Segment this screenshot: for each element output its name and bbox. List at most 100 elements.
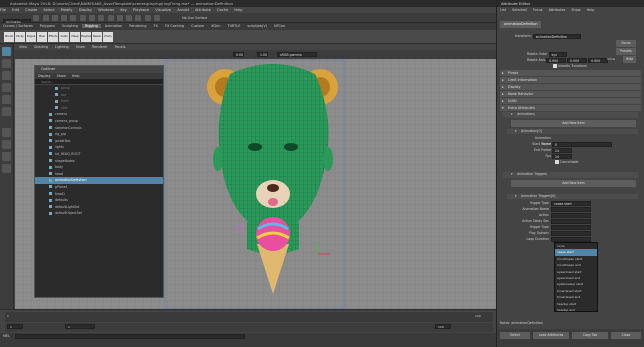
outliner-item[interactable]: lights [35,144,163,151]
time-slider[interactable]: 1 120 [5,312,493,322]
hide-button[interactable]: Hide [623,56,636,63]
shelf-tab-rendering[interactable]: Rendering [126,24,149,28]
outliner-item[interactable]: head1 [35,191,163,198]
trigger-type-dropdown[interactable]: none cease start mouthopen start mouthopen … [554,242,598,312]
section-animation-trigger-0[interactable]: Animation Triggers[0] [507,193,638,199]
section-animation-0[interactable]: Animation[0] [507,128,638,134]
shelf-button-paypal[interactable]: Paypal [26,32,36,42]
rotate-axis-z[interactable]: 0.000 [588,57,609,63]
move-tool-icon[interactable] [2,83,11,92]
menu-help[interactable]: Help [234,8,242,12]
outliner-item[interactable]: hd_HEAD_ROOT [35,151,163,158]
gamma-value-field[interactable]: 1.00 [257,52,269,57]
viewport-menu-lighting[interactable]: Lighting [55,45,69,49]
menu-visualize[interactable]: Visualize [155,8,171,12]
copy-tab-button[interactable]: Copy Tab [572,332,608,339]
ae-menu-selected[interactable]: Selected [512,8,527,12]
section-limit-information[interactable]: Limit Information [500,77,641,83]
tab-animation-definition[interactable]: animationDefinition [500,21,542,28]
shelf-button-effects[interactable]: Effects [48,32,58,42]
range-start2-field[interactable]: 1 [65,324,95,329]
section-display[interactable]: Display [500,84,641,90]
select-hierarchy-icon[interactable] [79,15,86,21]
menu-file[interactable]: File [0,8,6,12]
focus-button[interactable]: Focus [616,40,636,47]
outliner-item[interactable]: pPlane1 [35,184,163,191]
select-tool-icon[interactable] [2,47,11,56]
shelf-button-main[interactable]: Main [37,32,47,42]
end-frame-field[interactable]: 24 [552,147,573,153]
single-layout-icon[interactable] [2,128,11,137]
select-component-icon[interactable] [98,15,105,21]
select-button[interactable]: Select [500,332,530,339]
range-slider[interactable]: 1 1 120 [5,323,493,332]
shelf-tab-ntcon[interactable]: NTCon [271,24,288,28]
shelf-button-photo[interactable]: Photo [103,32,113,42]
rotate-tool-icon[interactable] [2,95,11,104]
load-attributes-button[interactable]: Load Attributes [533,332,569,339]
outliner-menu-help[interactable]: Help [72,74,80,78]
outliner-item[interactable]: camera [35,111,163,118]
menu-edit[interactable]: Edit [12,8,19,12]
section-animations[interactable]: Animations [503,112,638,118]
outliner-item[interactable]: front [35,98,163,105]
outliner-item[interactable]: defaultLightSet [35,204,163,211]
graph-layout-icon[interactable] [2,164,11,173]
open-scene-icon[interactable] [42,15,49,21]
shelf-tab-rigging[interactable]: Rigging [81,24,101,28]
start-frame-field[interactable]: 0 [552,141,573,147]
outliner-item[interactable]: jacketTwo [35,138,163,145]
shelf-tab-curves[interactable]: Curves / Surfaces [0,24,36,28]
trigger-field-input[interactable] [551,218,591,224]
outliner-item[interactable]: persp [35,85,163,92]
color-space-select[interactable]: sRGB gamma [277,52,317,57]
fps-field[interactable]: 24 [552,153,573,159]
menu-modify[interactable]: Modify [61,8,73,12]
save-scene-icon[interactable] [51,15,58,21]
viewport-menu-view[interactable]: View [19,45,27,49]
shelf-tab-scriptjob[interactable]: scriptJob(V) [244,24,270,28]
menu-windows[interactable]: Windows [98,8,114,12]
outliner-item[interactable]: camera_group [35,118,163,125]
menu-attribute[interactable]: Attribute [195,8,211,12]
transform-name-field[interactable]: animationDefinition [532,33,581,39]
ae-menu-help[interactable]: Help [587,8,595,12]
outliner-item[interactable]: body [35,164,163,171]
outliner-item[interactable]: defaultObjectSet [35,210,163,217]
four-layout-icon[interactable] [2,140,11,149]
viewport-menu-panels[interactable]: Panels [115,45,126,49]
snap-curve-icon[interactable] [116,15,123,21]
outliner-item[interactable]: side [35,105,163,112]
viewport-menu-show[interactable]: Show [76,45,85,49]
command-input[interactable] [15,333,246,339]
outliner-item[interactable]: head [35,171,163,178]
shelf-tab-animation[interactable]: Animation [102,24,125,28]
menu-playback[interactable]: Playback [133,8,149,12]
trigger-field-input[interactable] [551,224,591,230]
add-trigger-button[interactable]: Add New Item [511,179,636,187]
trigger-field-input[interactable] [551,236,591,242]
menu-select[interactable]: Select [43,8,54,12]
render-settings-icon[interactable] [153,15,160,21]
shelf-button-audio[interactable]: Audio [59,32,69,42]
ae-menu-show[interactable]: Show [571,8,580,12]
section-pivots[interactable]: Pivots [500,70,641,76]
viewport-menu-shading[interactable]: Shading [34,45,48,49]
menu-key[interactable]: Key [120,8,127,12]
menu-display[interactable]: Display [79,8,92,12]
shelf-button-meep[interactable]: Meep [70,32,80,42]
menu-cache[interactable]: Cache [217,8,228,12]
shelf-button-packy[interactable]: Packy [15,32,25,42]
shelf-tab-turtle[interactable]: TURTLE [225,24,244,28]
close-button[interactable]: Close [611,332,641,339]
trigger-field-input[interactable]: cease start [551,200,591,206]
exposure-field[interactable]: 0.00 [233,52,245,57]
paint-select-icon[interactable] [2,71,11,80]
rotate-order-select[interactable]: xyz [548,51,567,57]
trigger-field-input[interactable] [551,230,591,236]
undo-icon[interactable] [61,15,68,21]
snap-point-icon[interactable] [126,15,133,21]
range-start-field[interactable]: 1 [7,324,23,329]
shelf-tab-custom[interactable]: Custom [188,24,207,28]
section-uuid[interactable]: UUID [500,98,641,104]
